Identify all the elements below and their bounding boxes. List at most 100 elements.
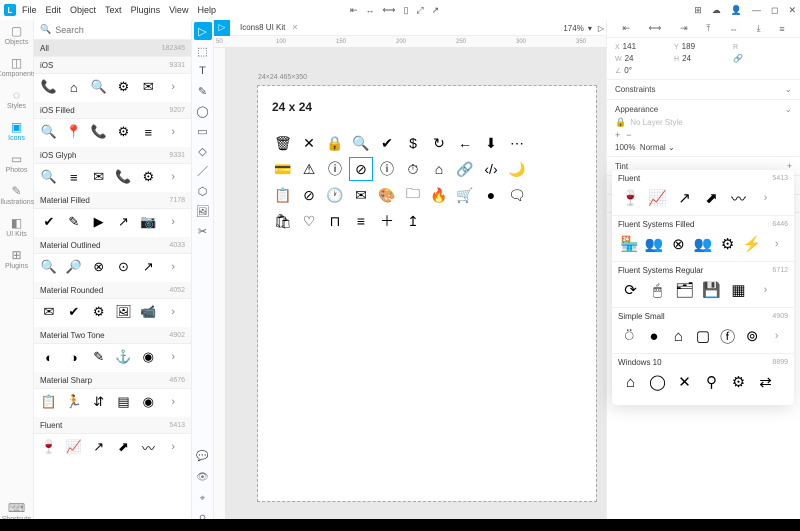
canvas-icon[interactable]: 💳 bbox=[272, 158, 294, 180]
pack-icon[interactable]: 🏪 bbox=[618, 233, 641, 255]
align-tool-5[interactable]: ⤢ bbox=[416, 5, 423, 16]
icon-preview[interactable]: 📷 bbox=[137, 212, 159, 232]
icon-preview[interactable]: ↗ bbox=[88, 437, 110, 457]
ellipse-tool[interactable]: ◯ bbox=[194, 102, 212, 120]
rail-item-icons[interactable]: ▣Icons bbox=[8, 120, 25, 142]
pan-tool[interactable]: ⌖ bbox=[194, 489, 212, 507]
icon-preview[interactable]: ⚙ bbox=[137, 167, 159, 187]
icon-preview[interactable]: 🖼 bbox=[113, 302, 135, 322]
canvas-icon[interactable]: 🛒 bbox=[454, 184, 476, 206]
pack-icon[interactable]: ⇄ bbox=[753, 371, 778, 393]
chevron-right-icon[interactable]: › bbox=[162, 347, 184, 367]
polygon-tool[interactable]: ◇ bbox=[194, 142, 212, 160]
icon-preview[interactable]: ◑ bbox=[63, 347, 85, 367]
icon-preview[interactable]: ⚓ bbox=[113, 347, 135, 367]
angle-value[interactable]: 0° bbox=[624, 66, 632, 75]
align-tool-4[interactable]: ▯ bbox=[403, 5, 408, 16]
pack-icon[interactable]: 🍷 bbox=[618, 187, 643, 209]
text-tool[interactable]: T bbox=[194, 62, 212, 80]
chevron-right-icon[interactable]: › bbox=[765, 325, 788, 347]
tab-close-icon[interactable]: ✕ bbox=[292, 23, 299, 32]
search-input[interactable] bbox=[55, 25, 185, 35]
pencil-tool[interactable]: ✎ bbox=[194, 82, 212, 100]
canvas-icon[interactable]: 🔍 bbox=[350, 132, 372, 154]
chevron-right-icon[interactable]: › bbox=[765, 233, 788, 255]
category-material-sharp[interactable]: Material Sharp4676 bbox=[34, 372, 191, 389]
align-5-icon[interactable]: ⤓ bbox=[757, 23, 761, 34]
pack-icon[interactable]: 🗂 bbox=[672, 279, 697, 301]
canvas-icon[interactable]: ← bbox=[454, 132, 476, 154]
menu-file[interactable]: File bbox=[22, 5, 37, 15]
star-tool[interactable]: ⬡ bbox=[194, 182, 212, 200]
icon-preview[interactable]: ◉ bbox=[137, 347, 159, 367]
lock-aspect-icon[interactable]: 🔗 bbox=[733, 54, 743, 63]
rail-item-ui kits[interactable]: ◧UI Kits bbox=[6, 216, 27, 238]
canvas-icon[interactable]: ⌂ bbox=[428, 158, 450, 180]
pack-icon[interactable]: ⚡ bbox=[741, 233, 764, 255]
canvas-icon[interactable]: ⋯ bbox=[506, 132, 528, 154]
icon-preview[interactable]: ◐ bbox=[38, 347, 60, 367]
pack-icon[interactable]: 👥 bbox=[692, 233, 715, 255]
icon-preview[interactable]: 🔍 bbox=[38, 167, 60, 187]
icon-preview[interactable]: 📞 bbox=[38, 77, 60, 97]
canvas-icon[interactable]: ✔ bbox=[376, 132, 398, 154]
close-button[interactable]: ✕ bbox=[788, 5, 796, 16]
x-value[interactable]: 141 bbox=[623, 42, 636, 51]
rail-item-plugins[interactable]: ⊞Plugins bbox=[5, 248, 28, 270]
opacity-value[interactable]: 100% bbox=[615, 143, 635, 152]
icon-preview[interactable]: ✔ bbox=[63, 302, 85, 322]
canvas-icon[interactable]: ⓘ bbox=[324, 158, 346, 180]
add-button[interactable]: + bbox=[615, 130, 620, 140]
canvas-icon[interactable]: ✉ bbox=[350, 184, 372, 206]
canvas-icon[interactable]: 🔒 bbox=[324, 132, 346, 154]
icon-preview[interactable]: 📹 bbox=[137, 302, 159, 322]
canvas-icon[interactable]: ⊓ bbox=[324, 210, 346, 232]
category-ios-filled[interactable]: iOS Filled9207 bbox=[34, 102, 191, 119]
icon-preview[interactable]: ⌂ bbox=[63, 77, 85, 97]
canvas-icon[interactable]: 🔗 bbox=[454, 158, 476, 180]
canvas-icon[interactable]: 🔥 bbox=[428, 184, 450, 206]
canvas-icon[interactable]: ↻ bbox=[428, 132, 450, 154]
canvas-icon[interactable]: 🕐 bbox=[324, 184, 346, 206]
grid-icon[interactable]: ⊞ bbox=[694, 5, 702, 16]
align-0-icon[interactable]: ⇤ bbox=[622, 23, 630, 34]
align-tool-1[interactable]: ⇤ bbox=[350, 5, 358, 16]
chevron-right-icon[interactable]: › bbox=[162, 77, 184, 97]
rail-item-components[interactable]: ◫Components bbox=[0, 56, 36, 78]
menu-text[interactable]: Text bbox=[105, 5, 122, 15]
icon-preview[interactable]: ⇵ bbox=[88, 392, 110, 412]
chevron-right-icon[interactable]: › bbox=[753, 187, 778, 209]
canvas-icon[interactable] bbox=[428, 210, 450, 232]
icon-preview[interactable]: 📞 bbox=[88, 122, 110, 142]
canvas-icon[interactable]: ⊘ bbox=[350, 158, 372, 180]
artboard[interactable]: 24 x 24 🗑✕🔒🔍✔$↻←⬇⋯💳⚠ⓘ⊘ⓘ⏱⌂🔗‹/›🌙📋⊘🕐✉🎨🗀🔥🛒●🗨… bbox=[258, 86, 596, 501]
chevron-right-icon[interactable]: › bbox=[753, 279, 778, 301]
y-value[interactable]: 189 bbox=[682, 42, 695, 51]
rail-item-objects[interactable]: ▢Objects bbox=[5, 24, 29, 46]
w-value[interactable]: 24 bbox=[625, 54, 634, 63]
cloud-icon[interactable]: ☁ bbox=[712, 5, 721, 16]
canvas-icon[interactable]: 🗀 bbox=[402, 184, 424, 206]
pack-icon[interactable]: ⚙ bbox=[716, 233, 739, 255]
pack-icon[interactable]: ⊚ bbox=[741, 325, 764, 347]
image-tool[interactable]: 🖼 bbox=[194, 202, 212, 220]
icon-preview[interactable]: ≡ bbox=[137, 122, 159, 142]
remove-button[interactable]: − bbox=[626, 130, 631, 140]
pack-icon[interactable]: ⓕ bbox=[716, 325, 739, 347]
chevron-right-icon[interactable]: › bbox=[162, 257, 184, 277]
slice-tool[interactable]: ✂ bbox=[194, 222, 212, 240]
preview-tool[interactable]: 👁 bbox=[194, 468, 212, 486]
icon-preview[interactable]: ⬈ bbox=[113, 437, 135, 457]
icon-preview[interactable]: ⊙ bbox=[113, 257, 135, 277]
canvas-icon[interactable]: ⓘ bbox=[376, 158, 398, 180]
user-icon[interactable]: 👤 bbox=[731, 5, 742, 16]
icon-preview[interactable]: ◉ bbox=[137, 392, 159, 412]
canvas-icon[interactable]: ⊘ bbox=[298, 184, 320, 206]
line-tool[interactable]: ／ bbox=[194, 162, 212, 180]
pack-icon[interactable]: 📈 bbox=[645, 187, 670, 209]
canvas[interactable]: 24×24 465×350 24 x 24 🗑✕🔒🔍✔$↻←⬇⋯💳⚠ⓘ⊘ⓘ⏱⌂🔗… bbox=[226, 48, 606, 521]
pack-simple-small[interactable]: Simple Small4909⍥●⌂▢ⓕ⊚› bbox=[612, 308, 794, 354]
chevron-right-icon[interactable]: › bbox=[162, 212, 184, 232]
canvas-icon[interactable] bbox=[454, 210, 476, 232]
frame-tool[interactable]: ⬚ bbox=[194, 42, 212, 60]
